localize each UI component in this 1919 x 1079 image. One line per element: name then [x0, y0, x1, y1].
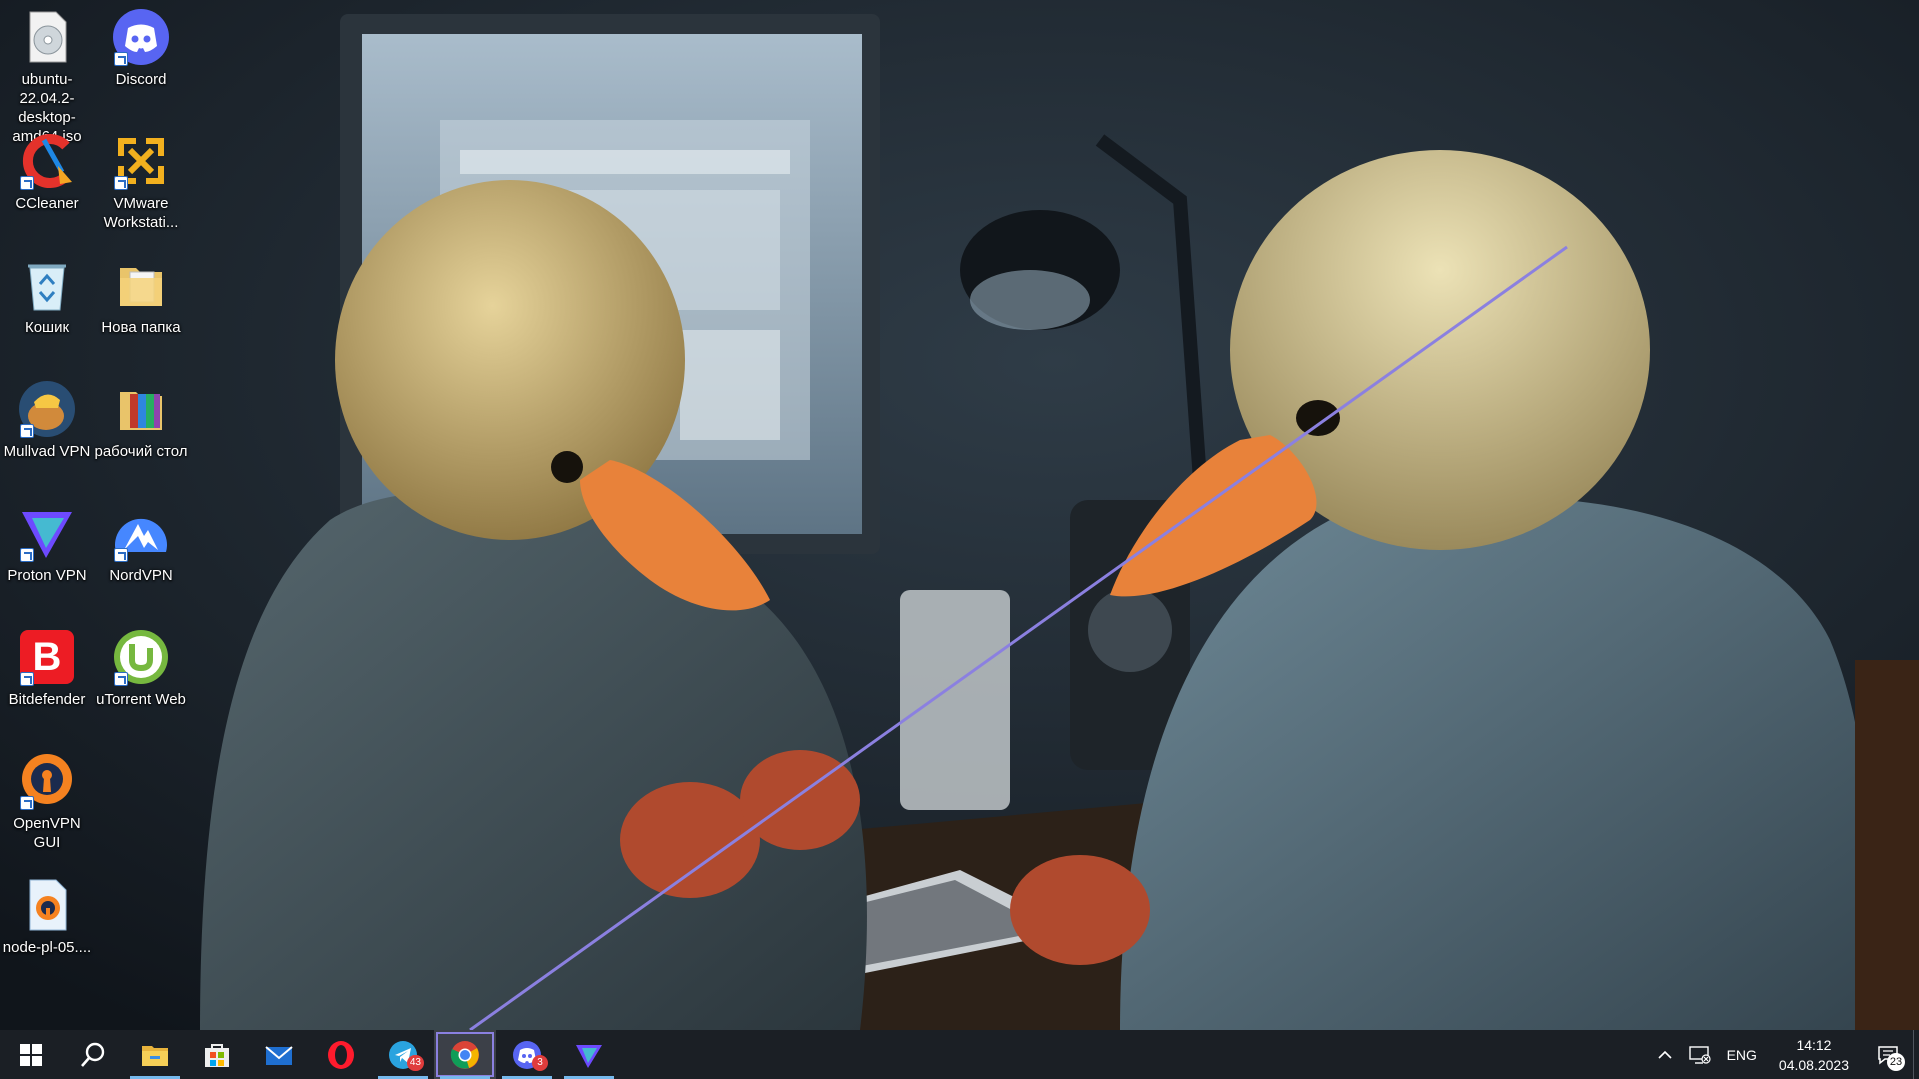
- discord-unread-badge: 3: [532, 1055, 548, 1071]
- network-tray-button[interactable]: [1681, 1030, 1719, 1079]
- mail-icon: [265, 1045, 293, 1065]
- desktop-icon-protonvpn[interactable]: Proton VPN: [0, 496, 94, 585]
- desktop-icon-label: Кошик: [24, 319, 70, 336]
- desktop-icon-label: node-pl-05....: [2, 939, 92, 956]
- nordvpn-icon: [112, 504, 170, 562]
- desktop-icon-utorrent[interactable]: uTorrent Web: [94, 620, 188, 709]
- bitdefender-icon: B: [18, 628, 76, 686]
- folder-icon: [112, 256, 170, 314]
- start-button[interactable]: [0, 1030, 62, 1079]
- desktop-icon-new-folder[interactable]: Нова папка: [94, 248, 188, 337]
- action-center-button[interactable]: 23: [1863, 1030, 1913, 1079]
- microsoft-store-icon: [205, 1043, 229, 1067]
- desktop-icon-ccleaner[interactable]: CCleaner: [0, 124, 94, 213]
- desktop-icon-label: OpenVPN GUI: [13, 815, 81, 851]
- desktop-icon-label: Mullvad VPN: [3, 443, 91, 460]
- desktop-icon-node-file[interactable]: node-pl-05....: [0, 868, 94, 957]
- shortcut-arrow-icon: [114, 548, 128, 562]
- desktop-icon-label: CCleaner: [15, 195, 79, 212]
- show-hidden-icons-button[interactable]: [1649, 1030, 1681, 1079]
- shortcut-arrow-icon: [20, 672, 34, 686]
- desktop-icon-label: uTorrent Web: [96, 691, 186, 708]
- desktop-icon-openvpn[interactable]: OpenVPN GUI: [0, 744, 94, 852]
- desktop-icon-label: Bitdefender: [8, 691, 86, 708]
- protonvpn-icon: [576, 1044, 602, 1068]
- svg-text:B: B: [33, 635, 62, 679]
- desktop-icon-recycle-bin[interactable]: Кошик: [0, 248, 94, 337]
- opera-icon: [328, 1040, 354, 1069]
- input-language-indicator[interactable]: ENG: [1719, 1030, 1765, 1079]
- desktop-icon-desktop-folder[interactable]: рабочий стол: [94, 372, 188, 461]
- utorrent-icon: [112, 628, 170, 686]
- taskbar-opera[interactable]: [310, 1030, 372, 1079]
- telegram-unread-badge: 43: [406, 1055, 424, 1071]
- taskbar-file-explorer[interactable]: [124, 1030, 186, 1079]
- system-tray: ENG 14:12 04.08.2023 23: [1649, 1030, 1919, 1079]
- shortcut-arrow-icon: [20, 796, 34, 810]
- taskbar-mail[interactable]: [248, 1030, 310, 1079]
- desktop-icon-nordvpn[interactable]: NordVPN: [94, 496, 188, 585]
- network-status-icon: [1688, 1045, 1711, 1064]
- desktop-icon-discord[interactable]: Discord: [94, 0, 188, 89]
- chrome-icon: [450, 1040, 479, 1069]
- file-explorer-icon: [142, 1045, 168, 1066]
- taskbar-discord[interactable]: 3: [496, 1030, 558, 1079]
- taskbar-chrome[interactable]: [434, 1030, 496, 1079]
- desktop-wallpaper: [0, 0, 1919, 1030]
- vmware-icon: [112, 132, 170, 190]
- desktop-icon-label: VMware Workstati...: [103, 195, 179, 231]
- desktop-icon-vmware[interactable]: VMware Workstati...: [94, 124, 188, 232]
- ovpn-file-icon: [18, 876, 76, 934]
- disc-image-icon: [18, 8, 76, 66]
- notification-count-badge: 23: [1887, 1053, 1905, 1071]
- shortcut-arrow-icon: [20, 424, 34, 438]
- taskbar: 43 3 ENG 14:12 04.08.2023 23: [0, 1030, 1919, 1079]
- taskbar-telegram[interactable]: 43: [372, 1030, 434, 1079]
- protonvpn-icon: [18, 504, 76, 562]
- search-icon: [81, 1042, 105, 1067]
- taskbar-protonvpn[interactable]: [558, 1030, 620, 1079]
- desktop-icon-mullvad[interactable]: Mullvad VPN: [0, 372, 94, 461]
- chevron-up-icon: [1658, 1050, 1672, 1059]
- windows-start-icon: [20, 1043, 42, 1066]
- clock-date: 04.08.2023: [1778, 1056, 1849, 1073]
- shortcut-arrow-icon: [114, 52, 128, 66]
- shortcut-arrow-icon: [114, 176, 128, 190]
- shortcut-arrow-icon: [114, 672, 128, 686]
- desktop-icon-label: Proton VPN: [7, 567, 87, 584]
- search-button[interactable]: [62, 1030, 124, 1079]
- shortcut-arrow-icon: [20, 548, 34, 562]
- taskbar-clock[interactable]: 14:12 04.08.2023: [1765, 1030, 1863, 1079]
- shortcut-arrow-icon: [20, 176, 34, 190]
- desktop-icon-label: Нова папка: [101, 319, 181, 336]
- openvpn-icon: [18, 752, 76, 810]
- show-desktop-button[interactable]: [1913, 1030, 1919, 1079]
- recycle-bin-icon: [18, 256, 76, 314]
- archive-folder-icon: [112, 380, 170, 438]
- desktop-icon-label: NordVPN: [109, 567, 173, 584]
- desktop-icon-bitdefender[interactable]: B Bitdefender: [0, 620, 94, 709]
- taskbar-microsoft-store[interactable]: [186, 1030, 248, 1079]
- desktop-icon-grid: ubuntu-22.04.2-desktop-amd64.iso Discord…: [0, 0, 200, 1030]
- desktop-icon-label: Discord: [115, 71, 167, 88]
- discord-icon: [112, 8, 170, 66]
- mullvad-icon: [18, 380, 76, 438]
- ccleaner-icon: [18, 132, 76, 190]
- desktop-icon-label: рабочий стол: [94, 443, 188, 460]
- clock-time: 14:12: [1796, 1036, 1832, 1053]
